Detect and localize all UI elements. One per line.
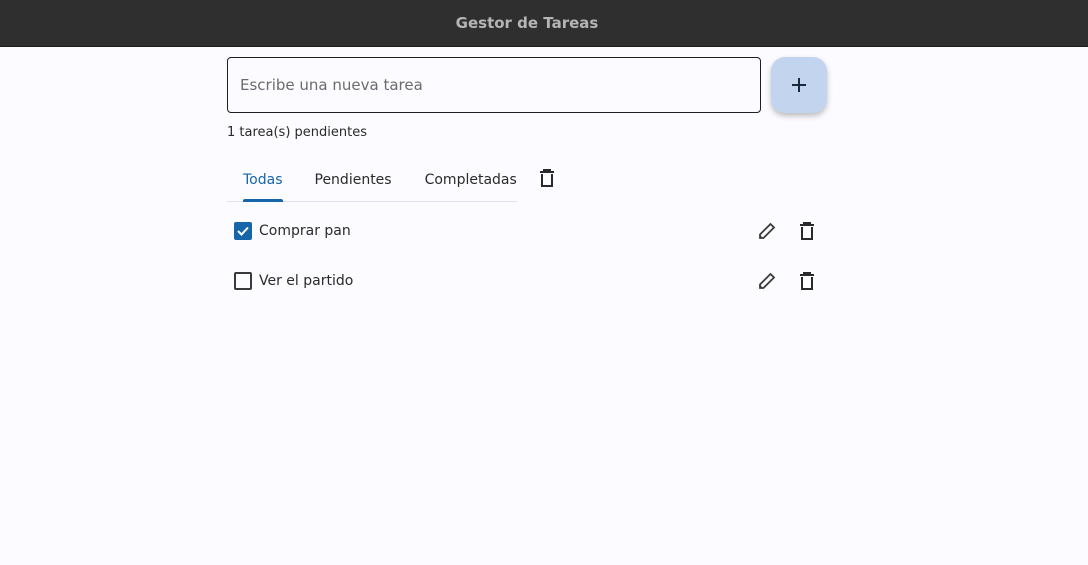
pencil-icon [759, 272, 776, 289]
pencil-icon [759, 222, 776, 239]
task-row: Ver el partido [227, 261, 827, 301]
add-task-button[interactable] [771, 57, 827, 113]
task-row: Comprar pan [227, 211, 827, 251]
new-task-row [227, 57, 827, 113]
delete-task-button[interactable] [793, 267, 821, 295]
tab-label: Pendientes [314, 172, 392, 188]
task-checkbox[interactable] [234, 272, 252, 290]
trash-icon [800, 272, 814, 290]
edit-task-button[interactable] [753, 267, 781, 295]
window-title: Gestor de Tareas [455, 14, 599, 32]
tab-pendientes[interactable]: Pendientes [315, 159, 392, 201]
tab-label: Todas [243, 172, 283, 188]
task-label: Comprar pan [259, 223, 351, 239]
new-task-input[interactable] [227, 57, 761, 113]
trash-icon [800, 222, 814, 240]
edit-task-button[interactable] [753, 217, 781, 245]
checkmark-icon [237, 226, 249, 236]
filter-tabs: Todas Pendientes Completadas [227, 159, 517, 202]
tab-completadas[interactable]: Completadas [425, 159, 517, 201]
trash-icon [540, 169, 554, 187]
tab-todas[interactable]: Todas [243, 159, 283, 202]
pending-count: 1 tarea(s) pendientes [227, 125, 367, 140]
tab-label: Completadas [424, 172, 517, 188]
window-titlebar: Gestor de Tareas [0, 0, 1088, 47]
clear-completed-button[interactable] [533, 164, 561, 192]
task-checkbox[interactable] [234, 222, 252, 240]
plus-icon [792, 78, 806, 92]
delete-task-button[interactable] [793, 217, 821, 245]
task-label: Ver el partido [259, 273, 354, 289]
main-content: 1 tarea(s) pendientes Todas Pendientes C… [227, 57, 827, 290]
